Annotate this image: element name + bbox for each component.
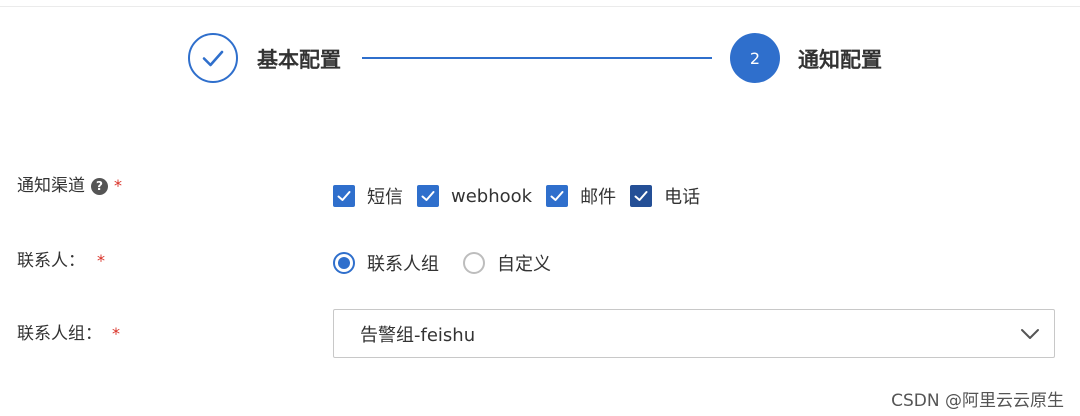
- help-icon[interactable]: ?: [91, 177, 108, 195]
- contact-group-label: 联系人组： *: [17, 322, 120, 346]
- contact-options: 联系人组 自定义: [333, 250, 565, 276]
- check-icon: [202, 50, 224, 67]
- check-icon: [421, 191, 435, 201]
- radio-unselected[interactable]: [463, 252, 485, 274]
- radio-label: 自定义: [497, 254, 551, 275]
- checkbox-label: 邮件: [580, 187, 617, 208]
- checkbox-label: 短信: [367, 187, 403, 208]
- channel-option-phone[interactable]: 电话: [630, 183, 714, 209]
- watermark: CSDN @阿里云云原生: [891, 391, 1064, 411]
- step-2-label: 通知配置: [798, 48, 882, 72]
- check-icon: [634, 191, 648, 201]
- channel-label: 通知渠道 ? *: [17, 174, 122, 198]
- step-2-number: 2: [749, 48, 761, 68]
- radio-dot: [338, 257, 350, 269]
- contact-group-select[interactable]: 告警组-feishu: [333, 309, 1055, 358]
- check-icon: [337, 191, 351, 201]
- step-connector-line: [362, 57, 712, 59]
- channel-options: 短信 webhook 邮件 电话: [333, 183, 714, 209]
- radio-label: 联系人组: [367, 254, 439, 275]
- contact-label-text: 联系人：: [17, 251, 85, 271]
- step-1-label: 基本配置: [257, 48, 341, 72]
- step-1-circle[interactable]: [188, 33, 238, 83]
- contact-group-label-text: 联系人组：: [17, 324, 102, 344]
- radio-selected[interactable]: [333, 252, 355, 274]
- channel-option-email[interactable]: 邮件: [546, 183, 630, 209]
- contact-group-value: 告警组-feishu: [360, 324, 476, 346]
- contact-label: 联系人： *: [17, 249, 105, 273]
- alert-config-page: 基本配置 2 通知配置 通知渠道 ? * 短信 webhook 邮件 电话 联系…: [0, 0, 1080, 416]
- channel-option-sms[interactable]: 短信: [333, 183, 417, 209]
- top-divider: [0, 6, 1080, 7]
- channel-label-text: 通知渠道: [17, 176, 85, 196]
- checkbox-label: 电话: [664, 187, 701, 208]
- contact-option-group[interactable]: 联系人组: [333, 250, 463, 276]
- step-2-circle[interactable]: 2: [730, 33, 780, 83]
- checkbox-checked[interactable]: [417, 185, 439, 207]
- required-mark: *: [97, 251, 105, 270]
- checkbox-label: webhook: [451, 185, 533, 207]
- checkbox-checked[interactable]: [546, 185, 569, 207]
- required-mark: *: [112, 324, 120, 343]
- checkbox-checked[interactable]: [333, 185, 355, 207]
- contact-option-custom[interactable]: 自定义: [463, 250, 565, 276]
- chevron-down-icon: [1021, 329, 1039, 339]
- checkbox-checked[interactable]: [630, 185, 653, 207]
- required-mark: *: [114, 176, 122, 195]
- check-icon: [550, 191, 564, 201]
- channel-option-webhook[interactable]: webhook: [417, 185, 546, 207]
